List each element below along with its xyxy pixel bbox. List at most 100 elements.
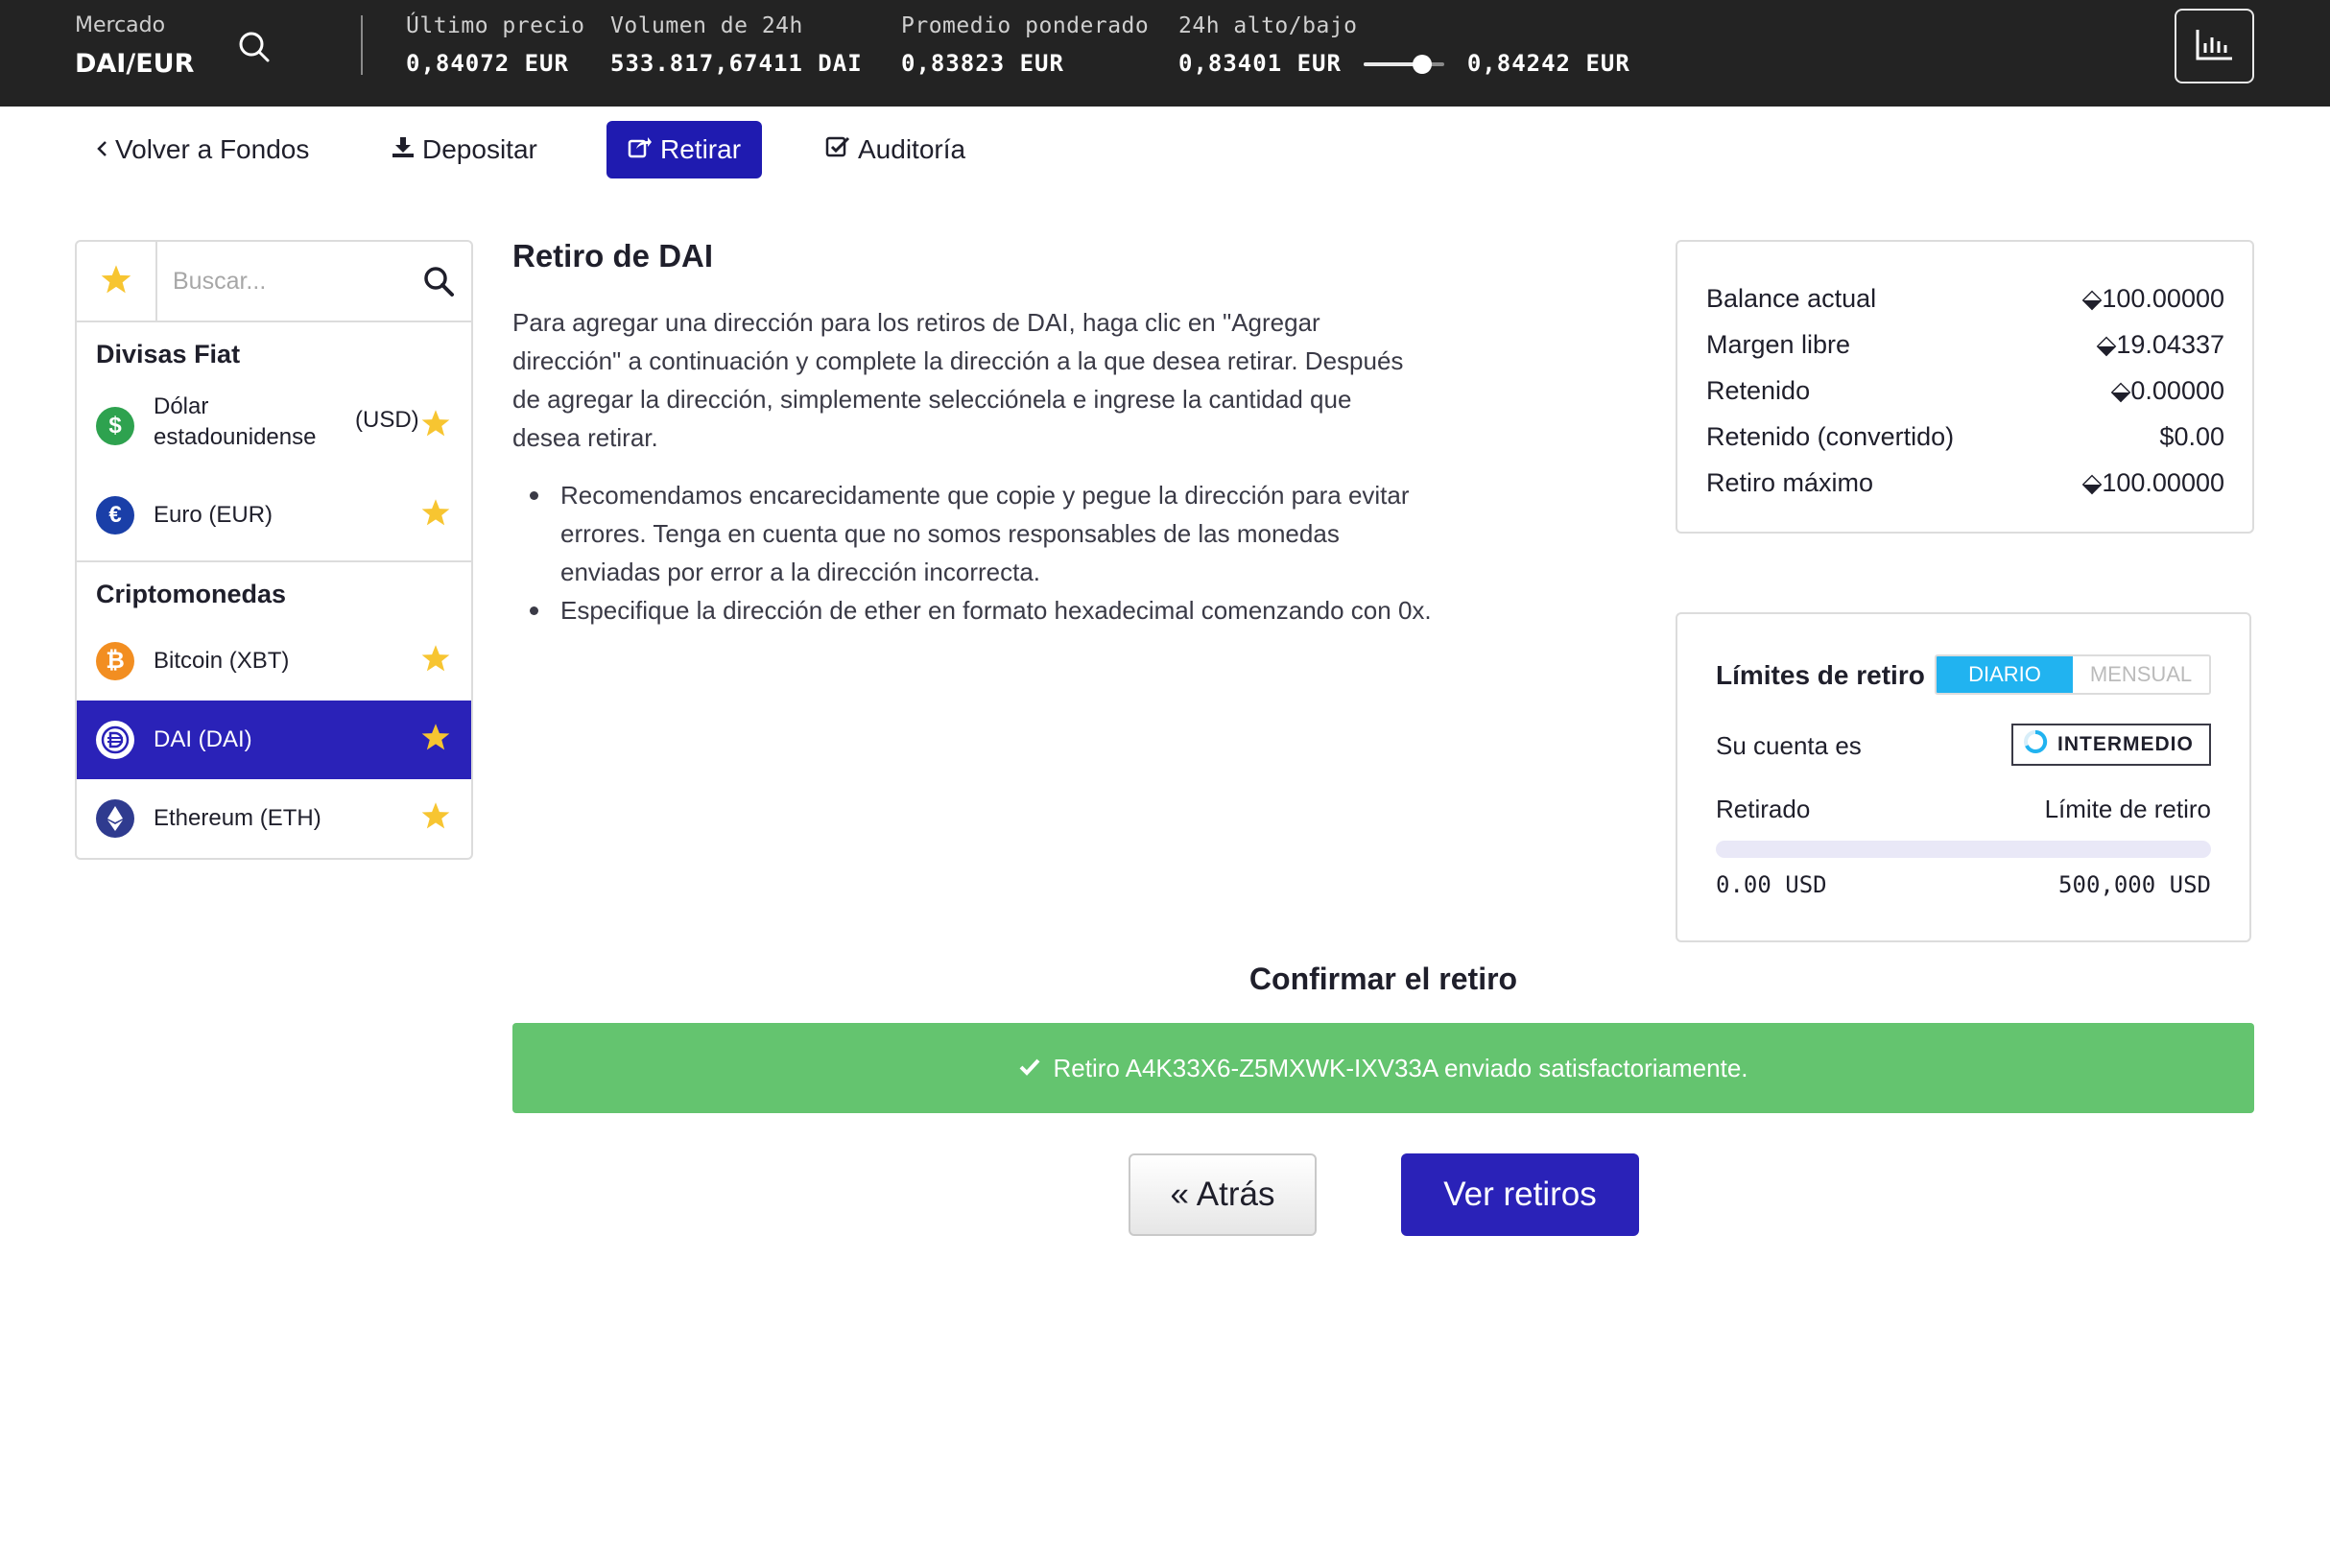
fiat-section-heading: Divisas Fiat bbox=[96, 340, 241, 368]
ticker-divider bbox=[361, 15, 363, 75]
success-message: Retiro A4K33X6-Z5MXWK-IXV33A enviado sat… bbox=[1053, 1053, 1748, 1082]
bar-chart-icon bbox=[2196, 28, 2234, 64]
monthly-toggle[interactable]: MENSUAL bbox=[2073, 656, 2209, 693]
progress-ring-icon bbox=[2023, 729, 2048, 760]
market-label: Mercado bbox=[75, 13, 166, 37]
high-value: 0,84242 EUR bbox=[1466, 50, 1630, 77]
favorite-star-icon[interactable] bbox=[420, 723, 451, 758]
balance-label: Retenido bbox=[1706, 376, 1811, 405]
balance-label: Retiro máximo bbox=[1706, 468, 1874, 497]
volume-24h: Volumen de 24h 533.817,67411 DAI bbox=[610, 13, 863, 77]
deposit-label: Depositar bbox=[422, 134, 537, 164]
favorite-star-icon[interactable] bbox=[420, 498, 451, 534]
favorites-filter-button[interactable] bbox=[77, 242, 157, 321]
page-title: Retiro de DAI bbox=[512, 238, 714, 273]
weighted-average: Promedio ponderado 0,83823 EUR bbox=[901, 13, 1149, 77]
market-selector[interactable]: Mercado DAI/EUR bbox=[75, 13, 194, 79]
search-icon[interactable] bbox=[236, 29, 273, 65]
balance-row: Retenido ⬙0.00000 bbox=[1706, 376, 2224, 406]
list-item: Recomendamos encarecidamente que copie y… bbox=[530, 476, 1443, 591]
high-low-24h: 24h alto/bajo 0,83401 EUR 0,84242 EUR bbox=[1178, 13, 1630, 77]
weighted-label: Promedio ponderado bbox=[901, 13, 1150, 38]
checkbox-check-icon bbox=[825, 134, 850, 165]
back-to-funds-label: Volver a Fondos bbox=[115, 134, 310, 164]
balance-row: Retiro máximo ⬙100.00000 bbox=[1706, 468, 2224, 498]
currency-search-input[interactable] bbox=[173, 259, 403, 303]
balance-value: ⬙100.00000 bbox=[2081, 284, 2224, 313]
currency-item-dai[interactable]: DAI (DAI) bbox=[77, 701, 471, 779]
volume-label: Volumen de 24h bbox=[610, 13, 803, 38]
balance-label: Margen libre bbox=[1706, 330, 1851, 359]
ethereum-icon bbox=[96, 799, 134, 838]
limits-header-row: Retirado Límite de retiro bbox=[1716, 795, 2211, 824]
chart-toggle-button[interactable] bbox=[2175, 9, 2254, 83]
withdrawal-limits-panel: Límites de retiro DIARIO MENSUAL Su cuen… bbox=[1676, 612, 2251, 942]
currency-item-name: DAI (DAI) bbox=[154, 726, 252, 752]
limits-title: Límites de retiro bbox=[1716, 660, 1925, 690]
success-alert: Retiro A4K33X6-Z5MXWK-IXV33A enviado sat… bbox=[512, 1023, 2254, 1113]
high-low-values: 0,83401 EUR 0,84242 EUR bbox=[1178, 50, 1630, 77]
account-level-label: Su cuenta es bbox=[1716, 731, 1862, 760]
funds-subnav: Volver a Fondos Depositar Retirar Audito… bbox=[0, 121, 2330, 178]
currency-sidebar: Divisas Fiat $ Dólar estadounidense (USD… bbox=[75, 240, 473, 860]
withdrawn-value: 0.00 USD bbox=[1716, 871, 1827, 898]
balance-value: ⬙19.04337 bbox=[2096, 330, 2224, 359]
weighted-value: 0,83823 EUR bbox=[901, 50, 1064, 77]
last-price-value: 0,84072 EUR bbox=[406, 50, 569, 77]
currency-search-bar bbox=[77, 242, 471, 322]
section-divider bbox=[77, 560, 471, 562]
bitcoin-icon: ₿ bbox=[96, 642, 134, 680]
dai-icon bbox=[96, 721, 134, 759]
withdraw-tab[interactable]: Retirar bbox=[606, 121, 762, 178]
currency-item-name: Euro (EUR) bbox=[154, 502, 273, 528]
balance-value: ⬙100.00000 bbox=[2081, 468, 2224, 497]
withdrawn-label: Retirado bbox=[1716, 795, 1811, 823]
currency-item-name: Ethereum (ETH) bbox=[154, 805, 321, 831]
dollar-icon: $ bbox=[96, 407, 134, 445]
currency-item-xbt[interactable]: ₿ Bitcoin (XBT) bbox=[77, 622, 471, 701]
high-low-range-indicator bbox=[1364, 55, 1445, 74]
balance-label: Retenido (convertido) bbox=[1706, 422, 1955, 451]
withdraw-label: Retirar bbox=[660, 134, 742, 164]
crypto-section-heading: Criptomonedas bbox=[96, 580, 287, 608]
withdraw-notes-list: Recomendamos encarecidamente que copie y… bbox=[530, 476, 1443, 630]
market-ticker-bar: Mercado DAI/EUR Último precio 0,84072 EU… bbox=[0, 0, 2330, 107]
high-low-label: 24h alto/bajo bbox=[1178, 13, 1358, 38]
currency-item-eur[interactable]: € Euro (EUR) bbox=[77, 476, 471, 555]
account-level-value: INTERMEDIO bbox=[2057, 733, 2194, 755]
volume-value: 533.817,67411 DAI bbox=[610, 50, 863, 77]
balance-value: ⬙0.00000 bbox=[2110, 376, 2224, 405]
currency-item-code: (USD) bbox=[355, 407, 419, 433]
euro-icon: € bbox=[96, 496, 134, 535]
view-withdrawals-button[interactable]: Ver retiros bbox=[1401, 1153, 1639, 1236]
confirm-title: Confirmar el retiro bbox=[1248, 962, 1518, 996]
back-button[interactable]: « Atrás bbox=[1129, 1153, 1317, 1236]
balance-value: $0.00 bbox=[2159, 422, 2224, 451]
favorite-star-icon[interactable] bbox=[420, 801, 451, 837]
favorite-star-icon[interactable] bbox=[420, 409, 451, 444]
limit-value: 500,000 USD bbox=[2058, 871, 2211, 898]
account-level-badge: INTERMEDIO bbox=[2011, 724, 2211, 766]
balance-label: Balance actual bbox=[1706, 284, 1877, 313]
last-price: Último precio 0,84072 EUR bbox=[406, 13, 585, 77]
download-icon bbox=[392, 134, 415, 165]
limit-label: Límite de retiro bbox=[2044, 795, 2211, 823]
audit-tab[interactable]: Auditoría bbox=[804, 121, 987, 178]
currency-item-usd[interactable]: $ Dólar estadounidense (USD) bbox=[77, 386, 471, 466]
market-value: DAI/EUR bbox=[75, 49, 195, 79]
deposit-tab[interactable]: Depositar bbox=[370, 121, 559, 178]
audit-label: Auditoría bbox=[858, 134, 966, 164]
balance-row: Balance actual ⬙100.00000 bbox=[1706, 284, 2224, 314]
back-to-funds-link[interactable]: Volver a Fondos bbox=[75, 121, 330, 178]
balance-panel: Balance actual ⬙100.00000 Margen libre ⬙… bbox=[1676, 240, 2254, 534]
search-icon[interactable] bbox=[422, 265, 455, 301]
currency-item-eth[interactable]: Ethereum (ETH) bbox=[77, 779, 471, 858]
favorite-star-icon[interactable] bbox=[420, 644, 451, 679]
currency-item-name: Dólar estadounidense bbox=[154, 393, 317, 450]
daily-toggle[interactable]: DIARIO bbox=[1937, 656, 2073, 693]
chevron-left-icon bbox=[96, 134, 107, 165]
withdraw-instructions: Para agregar una dirección para los reti… bbox=[512, 308, 1404, 452]
check-icon bbox=[1018, 1054, 1041, 1083]
last-price-label: Último precio bbox=[406, 13, 585, 38]
star-icon bbox=[100, 264, 132, 298]
